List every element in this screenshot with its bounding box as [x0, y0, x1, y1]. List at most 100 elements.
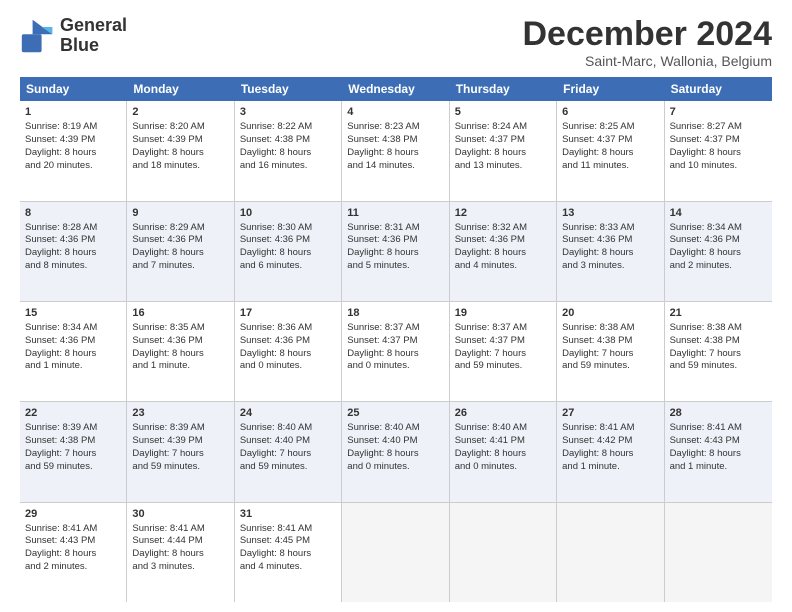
day-info: and 0 minutes.	[347, 360, 443, 373]
day-info: and 0 minutes.	[240, 360, 336, 373]
day-info: Sunrise: 8:39 AM	[25, 422, 121, 435]
day-number: 14	[670, 206, 767, 221]
day-info: Sunset: 4:36 PM	[132, 335, 228, 348]
day-info: and 59 minutes.	[240, 461, 336, 474]
calendar-cell	[450, 503, 557, 602]
day-info: Sunrise: 8:37 AM	[455, 322, 551, 335]
month-title: December 2024	[522, 16, 772, 53]
day-number: 12	[455, 206, 551, 221]
day-number: 21	[670, 306, 767, 321]
calendar-cell: 27Sunrise: 8:41 AMSunset: 4:42 PMDayligh…	[557, 402, 664, 501]
day-info: Sunrise: 8:20 AM	[132, 121, 228, 134]
calendar-cell: 10Sunrise: 8:30 AMSunset: 4:36 PMDayligh…	[235, 202, 342, 301]
day-number: 16	[132, 306, 228, 321]
day-info: Sunrise: 8:19 AM	[25, 121, 121, 134]
calendar-body: 1Sunrise: 8:19 AMSunset: 4:39 PMDaylight…	[20, 101, 772, 602]
weekday-header: Saturday	[665, 77, 772, 101]
day-number: 9	[132, 206, 228, 221]
day-number: 18	[347, 306, 443, 321]
day-info: Sunrise: 8:36 AM	[240, 322, 336, 335]
calendar-cell: 5Sunrise: 8:24 AMSunset: 4:37 PMDaylight…	[450, 101, 557, 200]
day-info: and 1 minute.	[25, 360, 121, 373]
day-number: 1	[25, 105, 121, 120]
day-info: Sunset: 4:38 PM	[240, 134, 336, 147]
day-info: Sunset: 4:37 PM	[670, 134, 767, 147]
calendar-cell: 21Sunrise: 8:38 AMSunset: 4:38 PMDayligh…	[665, 302, 772, 401]
calendar-cell	[557, 503, 664, 602]
day-info: Daylight: 8 hours	[562, 247, 658, 260]
day-number: 28	[670, 406, 767, 421]
day-info: Daylight: 8 hours	[25, 147, 121, 160]
day-info: and 4 minutes.	[455, 260, 551, 273]
calendar-cell: 7Sunrise: 8:27 AMSunset: 4:37 PMDaylight…	[665, 101, 772, 200]
calendar-row: 15Sunrise: 8:34 AMSunset: 4:36 PMDayligh…	[20, 302, 772, 402]
day-info: and 1 minute.	[562, 461, 658, 474]
day-info: and 1 minute.	[670, 461, 767, 474]
day-info: Sunset: 4:38 PM	[562, 335, 658, 348]
calendar-cell: 29Sunrise: 8:41 AMSunset: 4:43 PMDayligh…	[20, 503, 127, 602]
weekday-header: Wednesday	[342, 77, 449, 101]
day-info: Daylight: 8 hours	[240, 548, 336, 561]
day-info: Daylight: 8 hours	[132, 247, 228, 260]
day-info: Sunrise: 8:35 AM	[132, 322, 228, 335]
day-info: Daylight: 8 hours	[562, 448, 658, 461]
calendar-cell: 25Sunrise: 8:40 AMSunset: 4:40 PMDayligh…	[342, 402, 449, 501]
calendar-cell: 20Sunrise: 8:38 AMSunset: 4:38 PMDayligh…	[557, 302, 664, 401]
calendar-cell: 18Sunrise: 8:37 AMSunset: 4:37 PMDayligh…	[342, 302, 449, 401]
calendar-cell: 16Sunrise: 8:35 AMSunset: 4:36 PMDayligh…	[127, 302, 234, 401]
day-info: Daylight: 7 hours	[562, 348, 658, 361]
day-info: Sunset: 4:39 PM	[132, 435, 228, 448]
weekday-header: Tuesday	[235, 77, 342, 101]
day-info: Sunset: 4:36 PM	[25, 234, 121, 247]
header: General Blue December 2024 Saint-Marc, W…	[20, 16, 772, 69]
day-info: Sunrise: 8:28 AM	[25, 222, 121, 235]
calendar-row: 29Sunrise: 8:41 AMSunset: 4:43 PMDayligh…	[20, 503, 772, 602]
calendar-cell: 8Sunrise: 8:28 AMSunset: 4:36 PMDaylight…	[20, 202, 127, 301]
day-info: Sunset: 4:38 PM	[670, 335, 767, 348]
day-number: 17	[240, 306, 336, 321]
calendar-cell	[342, 503, 449, 602]
day-info: Sunrise: 8:34 AM	[25, 322, 121, 335]
day-info: Sunrise: 8:23 AM	[347, 121, 443, 134]
day-info: Sunset: 4:37 PM	[347, 335, 443, 348]
day-info: Daylight: 8 hours	[670, 147, 767, 160]
day-info: Daylight: 8 hours	[347, 448, 443, 461]
day-info: Sunset: 4:39 PM	[25, 134, 121, 147]
day-info: Sunset: 4:43 PM	[670, 435, 767, 448]
day-info: Sunset: 4:44 PM	[132, 535, 228, 548]
day-info: Sunrise: 8:41 AM	[562, 422, 658, 435]
day-info: Sunrise: 8:41 AM	[25, 523, 121, 536]
day-info: Daylight: 8 hours	[455, 448, 551, 461]
day-info: Sunrise: 8:34 AM	[670, 222, 767, 235]
calendar-cell: 3Sunrise: 8:22 AMSunset: 4:38 PMDaylight…	[235, 101, 342, 200]
logo-line1: General	[60, 16, 127, 36]
calendar-cell: 24Sunrise: 8:40 AMSunset: 4:40 PMDayligh…	[235, 402, 342, 501]
day-info: Sunset: 4:37 PM	[455, 335, 551, 348]
day-info: Sunset: 4:36 PM	[347, 234, 443, 247]
calendar-row: 22Sunrise: 8:39 AMSunset: 4:38 PMDayligh…	[20, 402, 772, 502]
day-info: and 8 minutes.	[25, 260, 121, 273]
day-info: and 7 minutes.	[132, 260, 228, 273]
day-info: Daylight: 8 hours	[347, 247, 443, 260]
day-info: Sunrise: 8:30 AM	[240, 222, 336, 235]
calendar-cell: 12Sunrise: 8:32 AMSunset: 4:36 PMDayligh…	[450, 202, 557, 301]
day-number: 2	[132, 105, 228, 120]
calendar-cell	[665, 503, 772, 602]
day-info: Daylight: 7 hours	[132, 448, 228, 461]
day-info: and 0 minutes.	[347, 461, 443, 474]
day-info: Daylight: 7 hours	[240, 448, 336, 461]
day-info: and 13 minutes.	[455, 160, 551, 173]
day-number: 25	[347, 406, 443, 421]
day-info: and 1 minute.	[132, 360, 228, 373]
day-number: 19	[455, 306, 551, 321]
day-info: Sunrise: 8:25 AM	[562, 121, 658, 134]
day-info: Sunrise: 8:29 AM	[132, 222, 228, 235]
day-info: Sunset: 4:38 PM	[347, 134, 443, 147]
day-info: Daylight: 8 hours	[132, 348, 228, 361]
day-info: Daylight: 8 hours	[25, 247, 121, 260]
title-block: December 2024 Saint-Marc, Wallonia, Belg…	[522, 16, 772, 69]
day-info: Daylight: 8 hours	[132, 548, 228, 561]
logo-icon	[20, 18, 56, 54]
day-number: 26	[455, 406, 551, 421]
day-info: Sunset: 4:36 PM	[240, 335, 336, 348]
